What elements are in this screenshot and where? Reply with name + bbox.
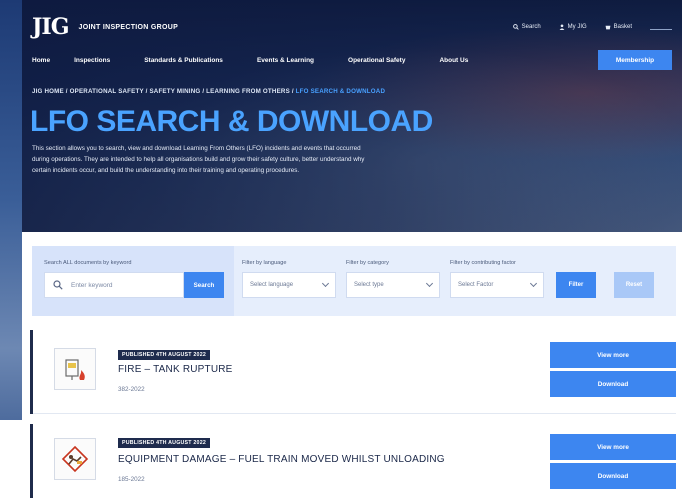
factor-filter-section: Filter by contributing factor Select Fac… (442, 246, 552, 316)
utility-search-label: Search (521, 24, 541, 30)
page-title: LFO SEARCH & DOWNLOAD (30, 105, 433, 138)
filter-button[interactable]: Filter (556, 272, 596, 298)
reset-button[interactable]: Reset (614, 272, 654, 298)
search-button[interactable]: Search (184, 272, 224, 298)
main-nav: Home Inspections Standards & Publication… (32, 50, 672, 70)
breadcrumb: JIG HOME / OPERATIONAL SAFETY / SAFETY M… (32, 88, 385, 95)
search-icon (512, 24, 519, 30)
published-badge: PUBLISHED 4TH AUGUST 2022 (118, 350, 210, 360)
nav-item-home[interactable]: Home (32, 57, 50, 64)
category-select-value: Select type (354, 282, 384, 288)
result-title[interactable]: FIRE – TANK RUPTURE (118, 364, 233, 375)
intro-text: This section allows you to search, view … (32, 145, 365, 175)
download-button[interactable]: Download (550, 463, 676, 489)
nav-item-about[interactable]: About Us (439, 57, 468, 64)
language-filter-section: Filter by language Select language (234, 246, 338, 316)
membership-button[interactable]: Membership (598, 50, 672, 70)
category-filter-section: Filter by category Select type (338, 246, 442, 316)
chevron-down-icon (425, 279, 434, 288)
search-placeholder: Enter keyword (71, 281, 113, 289)
language-select[interactable]: Select language (242, 272, 336, 298)
nav-item-operational-safety[interactable]: Operational Safety (348, 57, 405, 64)
result-card: PUBLISHED 4TH AUGUST 2022 FIRE – TANK RU… (30, 330, 676, 414)
result-reference: 185-2022 (118, 476, 145, 483)
breadcrumb-path[interactable]: JIG HOME / OPERATIONAL SAFETY / SAFETY M… (32, 88, 296, 95)
search-group: Enter keyword Search (44, 272, 224, 298)
card-accent-bar (30, 330, 33, 414)
view-more-button[interactable]: View more (550, 434, 676, 460)
hero-banner: JIG JOINT INSPECTION GROUP Search My JIG… (22, 0, 682, 232)
published-badge: PUBLISHED 4TH AUGUST 2022 (118, 438, 210, 448)
chevron-down-icon (529, 279, 538, 288)
top-bar: JIG JOINT INSPECTION GROUP Search My JIG… (32, 12, 672, 42)
utility-search[interactable]: Search (512, 24, 541, 30)
search-label: Search ALL documents by keyword (44, 260, 132, 266)
utility-links: Search My JIG Basket (512, 24, 672, 30)
keyword-search-input[interactable]: Enter keyword (44, 272, 184, 298)
factor-label: Filter by contributing factor (450, 260, 516, 266)
background-edge-bottom (0, 420, 22, 498)
search-icon (53, 280, 63, 290)
fire-tank-icon (54, 348, 96, 390)
result-title[interactable]: EQUIPMENT DAMAGE – FUEL TRAIN MOVED WHIL… (118, 454, 445, 465)
card-accent-bar (30, 424, 33, 498)
header-search-field[interactable] (650, 24, 672, 30)
utility-basket-label: Basket (613, 24, 632, 30)
factor-select-value: Select Factor (458, 282, 494, 288)
nav-item-standards[interactable]: Standards & Publications (144, 57, 223, 64)
jig-logo[interactable]: JIG (32, 14, 69, 40)
nav-item-events[interactable]: Events & Learning (257, 57, 314, 64)
user-icon (559, 24, 565, 30)
utility-my-jig[interactable]: My JIG (559, 24, 587, 30)
nav-item-inspections[interactable]: Inspections (74, 57, 110, 64)
result-reference: 382-2022 (118, 386, 145, 393)
category-select[interactable]: Select type (346, 272, 440, 298)
utility-my-jig-label: My JIG (567, 24, 587, 30)
equipment-damage-icon (54, 438, 96, 480)
view-more-button[interactable]: View more (550, 342, 676, 368)
language-select-value: Select language (250, 282, 294, 288)
utility-basket[interactable]: Basket (605, 24, 632, 30)
download-button[interactable]: Download (550, 371, 676, 397)
factor-select[interactable]: Select Factor (450, 272, 544, 298)
category-label: Filter by category (346, 260, 389, 266)
chevron-down-icon (321, 279, 330, 288)
breadcrumb-current: LFO SEARCH & DOWNLOAD (295, 88, 386, 95)
keyword-search-section: Search ALL documents by keyword Enter ke… (32, 246, 234, 316)
language-label: Filter by language (242, 260, 287, 266)
basket-icon (605, 25, 611, 30)
result-card: PUBLISHED 4TH AUGUST 2022 EQUIPMENT DAMA… (30, 424, 676, 498)
logo-subtitle: JOINT INSPECTION GROUP (78, 23, 179, 31)
